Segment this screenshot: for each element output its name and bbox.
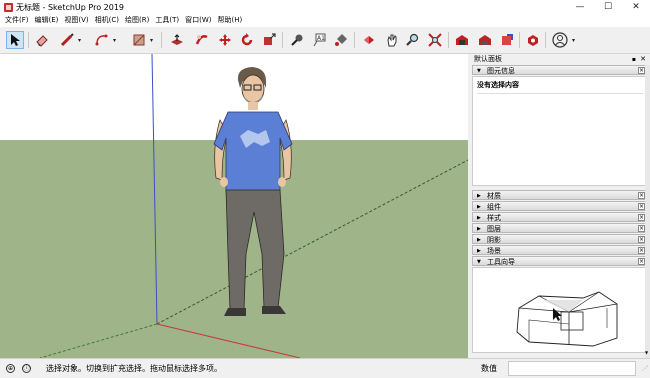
title-bar: 无标题 - SketchUp Pro 2019 — ☐ ✕: [0, 0, 650, 14]
section-label: 阴影: [487, 236, 501, 244]
warehouse-icon[interactable]: [453, 31, 471, 49]
measurements-label: 数值: [481, 364, 497, 373]
section-label: 材质: [487, 192, 501, 200]
zoom-extents-icon[interactable]: [426, 31, 444, 49]
tray-close-icon[interactable]: ✕: [640, 54, 646, 65]
no-selection-text: 没有选择内容: [477, 81, 519, 89]
section-layers[interactable]: ▶ 图层 ×: [472, 223, 648, 233]
pan-icon[interactable]: [383, 31, 401, 49]
tray-scrollbar[interactable]: ▼: [645, 65, 650, 358]
menu-draw[interactable]: 绘图(R): [122, 14, 152, 27]
collapsed-arrow-icon: ▶: [477, 226, 481, 232]
section-close-icon[interactable]: ×: [638, 225, 645, 232]
section-close-icon[interactable]: ×: [638, 203, 645, 210]
line-dropdown-icon[interactable]: ▾: [78, 37, 81, 44]
section-label: 图元信息: [487, 67, 515, 75]
status-bar: ⊕ ⓘ 选择对象。切换到扩充选择。拖动鼠标选择多项。 数值 ⋰: [0, 358, 650, 378]
paint-bucket-icon[interactable]: [332, 31, 350, 49]
section-close-icon[interactable]: ×: [638, 192, 645, 199]
tape-measure-icon[interactable]: [288, 31, 306, 49]
section-label: 样式: [487, 214, 501, 222]
collapsed-arrow-icon: ▶: [477, 215, 481, 221]
geo-location-icon[interactable]: ⊕: [6, 364, 15, 373]
menu-help[interactable]: 帮助(H): [214, 14, 245, 27]
menu-tools[interactable]: 工具(T): [152, 14, 182, 27]
window-controls: — ☐ ✕: [566, 0, 650, 14]
section-label: 工具向导: [487, 258, 515, 266]
push-pull-icon[interactable]: [168, 31, 186, 49]
scroll-down-icon[interactable]: ▼: [645, 350, 650, 356]
svg-text:A1: A1: [317, 35, 325, 42]
scene-canvas[interactable]: [0, 54, 468, 358]
menu-view[interactable]: 视图(V): [61, 14, 91, 27]
eraser-icon[interactable]: [33, 31, 51, 49]
minimize-button[interactable]: —: [566, 0, 594, 14]
section-materials[interactable]: ▶ 材质 ×: [472, 190, 648, 200]
collapsed-arrow-icon: ▶: [477, 204, 481, 210]
section-label: 场景: [487, 247, 501, 255]
sketchup-logo-icon: [4, 2, 13, 12]
collapsed-arrow-icon: ▶: [477, 193, 481, 199]
section-components[interactable]: ▶ 组件 ×: [472, 201, 648, 211]
extension-warehouse-icon[interactable]: [476, 31, 494, 49]
account-icon[interactable]: [551, 31, 569, 49]
expanded-arrow-icon: ▼: [477, 68, 481, 74]
pin-icon[interactable]: ▪: [632, 54, 636, 65]
tray-header: 默认面板 ▪ ✕: [470, 54, 650, 65]
text-icon[interactable]: A1: [310, 31, 328, 49]
follow-me-icon[interactable]: [193, 31, 211, 49]
send-to-layout-icon[interactable]: [498, 31, 516, 49]
collapsed-arrow-icon: ▶: [477, 237, 481, 243]
section-close-icon[interactable]: ×: [638, 247, 645, 254]
info-icon[interactable]: ⓘ: [22, 364, 31, 373]
account-dropdown-icon[interactable]: ▾: [572, 37, 575, 44]
orbit-icon[interactable]: [360, 31, 378, 49]
arc-dropdown-icon[interactable]: ▾: [113, 37, 116, 44]
measurements-input[interactable]: [508, 361, 636, 376]
status-message: 选择对象。切换到扩充选择。拖动鼠标选择多项。: [46, 364, 222, 373]
maximize-button[interactable]: ☐: [594, 0, 622, 14]
collapsed-arrow-icon: ▶: [477, 248, 481, 254]
resize-grip-icon[interactable]: ⋰: [642, 365, 648, 372]
section-close-icon[interactable]: ×: [638, 236, 645, 243]
section-shadows[interactable]: ▶ 阴影 ×: [472, 234, 648, 244]
arc-icon[interactable]: [93, 31, 111, 49]
menu-edit[interactable]: 编辑(E): [32, 14, 62, 27]
instructor-panel: [472, 267, 648, 353]
line-icon[interactable]: [58, 31, 76, 49]
section-label: 组件: [487, 203, 501, 211]
main-toolbar: ▾ ▾ ▾ A1 ▾: [0, 27, 650, 54]
select-icon[interactable]: [6, 31, 24, 49]
tray-title: 默认面板: [474, 55, 502, 63]
menu-camera[interactable]: 相机(C): [92, 14, 122, 27]
menu-window[interactable]: 窗口(W): [182, 14, 214, 27]
close-button[interactable]: ✕: [622, 0, 650, 14]
section-entity-info[interactable]: ▼ 图元信息 ×: [472, 65, 648, 75]
rotate-icon[interactable]: [238, 31, 256, 49]
scale-icon[interactable]: [260, 31, 278, 49]
expanded-arrow-icon: ▼: [477, 259, 481, 265]
shape-dropdown-icon[interactable]: ▾: [150, 37, 153, 44]
shape-icon[interactable]: [130, 31, 148, 49]
menu-file[interactable]: 文件(F): [2, 14, 32, 27]
move-icon[interactable]: [216, 31, 234, 49]
section-instructor[interactable]: ▼ 工具向导 ×: [472, 256, 648, 266]
zoom-icon[interactable]: [404, 31, 422, 49]
default-tray: 默认面板 ▪ ✕ ▼ 图元信息 × 没有选择内容 ▶ 材质 × ▶ 组件 × ▶…: [470, 54, 650, 358]
window-title: 无标题 - SketchUp Pro 2019: [16, 2, 124, 12]
section-styles[interactable]: ▶ 样式 ×: [472, 212, 648, 222]
instructor-illustration: [516, 291, 618, 347]
entity-info-panel: 没有选择内容: [472, 76, 648, 186]
model-viewport[interactable]: [0, 54, 468, 358]
divider: [477, 93, 643, 94]
section-close-icon[interactable]: ×: [638, 214, 645, 221]
extension-manager-icon[interactable]: [524, 31, 542, 49]
section-scenes[interactable]: ▶ 场景 ×: [472, 245, 648, 255]
section-label: 图层: [487, 225, 501, 233]
section-close-icon[interactable]: ×: [638, 67, 645, 74]
menu-bar: 文件(F) 编辑(E) 视图(V) 相机(C) 绘图(R) 工具(T) 窗口(W…: [0, 14, 650, 27]
section-close-icon[interactable]: ×: [638, 258, 645, 265]
